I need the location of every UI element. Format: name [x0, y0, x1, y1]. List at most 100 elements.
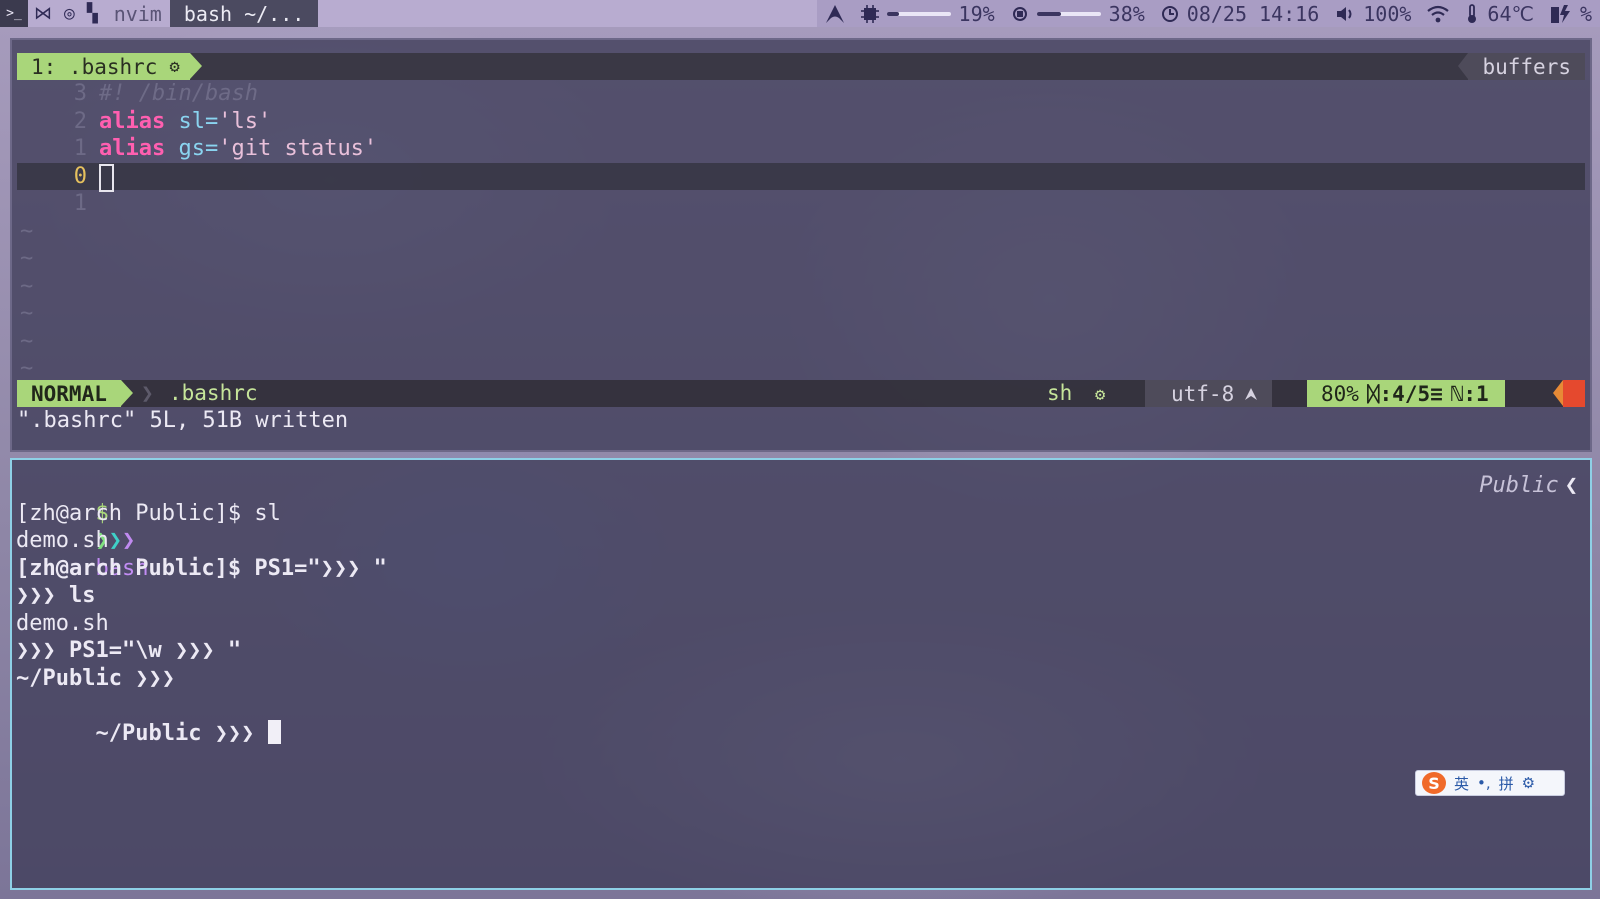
- vscode-icon: ⋈: [34, 3, 52, 24]
- workspace-layout[interactable]: ▚: [81, 0, 104, 27]
- scroll-percent: 80%: [1321, 381, 1359, 406]
- terminal-line: demo.sh: [16, 528, 109, 553]
- battery-charging-icon: [1550, 4, 1570, 23]
- statusline-encoding: utf-8: [1145, 380, 1273, 407]
- workspace-vscode[interactable]: ⋈: [28, 0, 58, 27]
- empty-line-marker: ~: [20, 218, 34, 244]
- chevron-left-icon: ❮: [1564, 473, 1578, 498]
- battery-module[interactable]: %: [1541, 0, 1600, 27]
- nvim-window[interactable]: 1: .bashrc ⚙ buffers 3 #! /bin/bash 2 al…: [10, 38, 1592, 452]
- battery-percent: %: [1579, 1, 1592, 26]
- terminal-directory-indicator: Public ❮: [1479, 472, 1578, 500]
- alias-value: 'git status': [218, 136, 378, 161]
- memory-percent: 38%: [1108, 1, 1145, 26]
- line-position: ᛞ:4/5≡: [1366, 381, 1443, 406]
- mode-indicator: NORMAL: [17, 380, 133, 407]
- terminal-prompt-line[interactable]: ~/Public ❯❯❯: [16, 692, 1576, 746]
- browser-icon: ◎: [64, 3, 75, 24]
- chevron-separator-icon: ❯: [141, 381, 154, 405]
- terminal-header-line: $ ❯❯❯ bash: [16, 472, 1576, 581]
- terminal-line: ❯❯❯ ls: [16, 583, 96, 608]
- volume-module[interactable]: 100%: [1327, 0, 1420, 27]
- arch-icon: [1245, 387, 1258, 400]
- directory-label: Public: [1479, 473, 1559, 498]
- clock-icon: [1161, 5, 1178, 22]
- bar-modules: 19% 38% 08/25 14:16 100% 64℃ %: [816, 0, 1600, 27]
- volume-percent: 100%: [1363, 1, 1412, 26]
- terminal-cursor: [267, 719, 281, 744]
- code-line[interactable]: 1 alias gs ='git status': [17, 135, 1585, 163]
- empty-line-marker: ~: [20, 273, 34, 299]
- ime-punctuation-toggle[interactable]: •,: [1477, 774, 1491, 792]
- terminal-line: [zh@arch Public]$ PS1="❯❯❯ ": [16, 555, 387, 581]
- memory-usage-slider: [1036, 11, 1101, 16]
- text-cursor: [99, 163, 114, 192]
- temperature-value: 64℃: [1487, 1, 1534, 26]
- code-line[interactable]: 3 #! /bin/bash: [17, 80, 1585, 108]
- terminal-line: ❯❯❯ PS1="\w ❯❯❯ ": [16, 638, 242, 663]
- memory-module[interactable]: 38%: [1002, 0, 1153, 27]
- assign-operator: =: [204, 108, 219, 134]
- terminal-line: demo.sh: [16, 610, 109, 636]
- gear-icon[interactable]: ⚙: [1522, 774, 1535, 792]
- line-number: 1: [73, 136, 87, 161]
- keyword-alias: alias: [99, 136, 166, 161]
- workspace-list: >_ ⋈ ◎ ▚ nvim bash ~/...: [0, 0, 319, 27]
- workspace-terminal[interactable]: >_: [0, 0, 28, 27]
- top-status-bar: >_ ⋈ ◎ ▚ nvim bash ~/... 19% 38% 08/25 1…: [0, 0, 1600, 27]
- temperature-module[interactable]: 64℃: [1457, 0, 1542, 27]
- window-title-bash[interactable]: bash ~/...: [169, 0, 319, 27]
- code-line[interactable]: 2 alias sl ='ls': [17, 108, 1585, 136]
- window-title-nvim[interactable]: nvim: [104, 0, 170, 27]
- ime-pinyin-toggle[interactable]: 拼: [1499, 773, 1514, 794]
- nvim-statusline: NORMAL ❯ .bashrc sh ⚙ utf-8 80% ᛞ:4/5≡ ℕ…: [17, 380, 1585, 407]
- current-prompt: ~/Public ❯❯❯: [95, 720, 268, 746]
- statusline-position: 80% ᛞ:4/5≡ ℕ:1: [1307, 380, 1505, 407]
- tab-label: 1: .bashrc: [31, 54, 158, 79]
- terminal-icon: >_: [6, 6, 22, 21]
- nvim-cmdline[interactable]: ".bashrc" 5L, 51B written: [17, 407, 348, 434]
- cpu-usage-fill: [886, 11, 899, 16]
- assign-operator: =: [204, 136, 219, 161]
- network-module[interactable]: [1419, 0, 1458, 27]
- arch-module[interactable]: [816, 0, 853, 27]
- filetype-label: sh: [1047, 381, 1073, 405]
- terminal-output[interactable]: $ ❯❯❯ bash [zh@arch Public]$ sl demo.sh …: [16, 472, 1576, 746]
- alias-name: sl: [178, 108, 205, 134]
- memory-icon: [1012, 6, 1027, 21]
- terminal-window[interactable]: $ ❯❯❯ bash [zh@arch Public]$ sl demo.sh …: [10, 458, 1592, 890]
- buffers-indicator[interactable]: buffers: [1458, 53, 1585, 80]
- sogou-logo-icon[interactable]: S: [1422, 772, 1446, 794]
- terminal-line: ~/Public ❯❯❯: [16, 665, 175, 691]
- wifi-icon: [1427, 5, 1450, 22]
- empty-line-marker: ~: [20, 301, 34, 326]
- cpu-percent: 19%: [958, 1, 995, 26]
- tab-bashrc[interactable]: 1: .bashrc ⚙: [17, 53, 202, 80]
- empty-line-marker: ~: [20, 328, 34, 354]
- statusline-filename: .bashrc: [169, 381, 258, 405]
- ime-language-toggle[interactable]: 英: [1454, 773, 1469, 794]
- gear-icon: ⚙: [1094, 385, 1106, 405]
- line-number: 1: [73, 191, 87, 216]
- empty-line-marker: ~: [20, 356, 34, 381]
- cpu-usage-slider: [886, 11, 951, 16]
- alias-name: gs: [178, 136, 205, 161]
- nvim-buffer[interactable]: 3 #! /bin/bash 2 alias sl ='ls' 1 alias g…: [17, 80, 1585, 383]
- code-line[interactable]: 1: [17, 190, 1585, 218]
- input-method-toolbar[interactable]: S 英 •, 拼 ⚙: [1415, 770, 1565, 796]
- current-line[interactable]: 0: [17, 162, 1585, 192]
- cpu-module[interactable]: 19%: [852, 0, 1003, 27]
- workspace-browser[interactable]: ◎: [58, 0, 81, 27]
- clock-module[interactable]: 08/25 14:16: [1152, 0, 1328, 27]
- terminal-line: [zh@arch Public]$ sl: [16, 500, 281, 526]
- empty-line-marker: ~: [20, 246, 34, 271]
- line-number: 0: [73, 163, 87, 189]
- line-number: 2: [73, 108, 87, 134]
- layout-icon: ▚: [86, 3, 98, 24]
- cpu-chip-icon: [860, 4, 879, 23]
- thermometer-icon: [1468, 3, 1477, 23]
- alias-value: 'ls': [218, 108, 272, 134]
- gear-icon: ⚙: [169, 56, 180, 77]
- line-number: 3: [73, 81, 87, 106]
- encoding-label: utf-8: [1171, 381, 1235, 406]
